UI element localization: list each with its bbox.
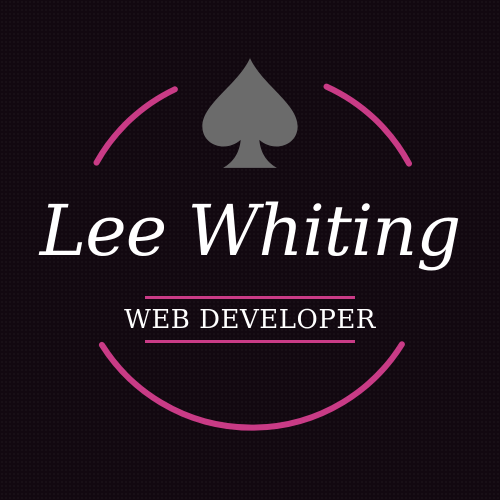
brand-name: Lee Whiting: [39, 190, 461, 272]
divider-bottom: [145, 340, 355, 343]
ring-arc-upper-right: [323, 83, 412, 167]
spade-icon: [202, 58, 298, 168]
spade-shape: [202, 58, 298, 168]
logo-badge: Lee Whiting WEB DEVELOPER: [0, 0, 500, 500]
ring-arc-lower: [98, 341, 405, 431]
ring-arc-upper-left: [93, 86, 178, 166]
divider-top: [145, 296, 355, 299]
brand-role: WEB DEVELOPER: [124, 305, 376, 335]
